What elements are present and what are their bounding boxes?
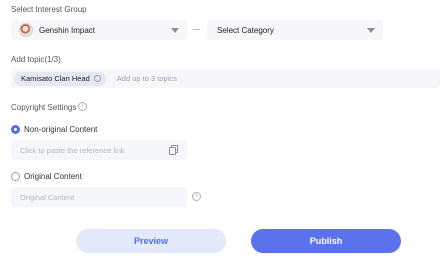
preview-button[interactable]: Preview [76, 229, 226, 253]
post-settings-panel: Select Interest Group Genshin Impact Sel… [0, 0, 440, 262]
original-label: Original Content [24, 172, 82, 181]
topic-placeholder: Add up to 3 topics [116, 74, 177, 83]
chevron-down-icon [171, 28, 179, 33]
select-separator [193, 29, 200, 30]
original-option[interactable]: Original Content [11, 172, 82, 181]
non-original-option[interactable]: Non-original Content [11, 125, 97, 134]
original-content-input[interactable] [11, 187, 187, 207]
game-avatar-icon [19, 23, 33, 37]
copyright-settings-label: Copyright Settings [11, 103, 77, 112]
radio-checked-icon[interactable] [11, 125, 20, 134]
topic-chip[interactable]: Kamisato Clan Head [14, 71, 106, 86]
paste-icon[interactable] [169, 145, 178, 155]
game-select-value: Genshin Impact [39, 25, 96, 35]
radio-unchecked-icon[interactable] [11, 172, 20, 181]
topic-input[interactable]: Kamisato Clan Head Add up to 3 topics [11, 69, 440, 88]
reference-link-input[interactable] [11, 140, 187, 160]
non-original-label: Non-original Content [24, 125, 98, 134]
info-icon[interactable]: i [192, 192, 201, 201]
game-select[interactable]: Genshin Impact [11, 20, 187, 40]
publish-button[interactable]: Publish [251, 229, 401, 253]
category-select[interactable]: Select Category [207, 20, 383, 40]
category-select-value: Select Category [217, 25, 274, 35]
topic-chip-label: Kamisato Clan Head [21, 74, 90, 83]
info-icon[interactable]: i [78, 102, 87, 111]
add-topic-label: Add topic(1/3) [11, 55, 61, 64]
close-icon[interactable] [93, 75, 101, 82]
interest-group-label: Select Interest Group [11, 5, 87, 14]
chevron-down-icon [367, 28, 375, 33]
